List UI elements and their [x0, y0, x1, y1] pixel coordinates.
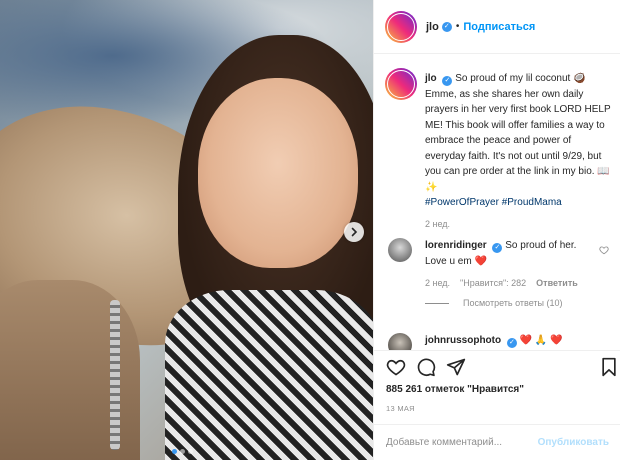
caption-author-avatar[interactable] — [385, 68, 417, 100]
action-bar — [374, 350, 620, 380]
publish-button[interactable]: Опубликовать — [538, 437, 609, 448]
carousel-next-button[interactable] — [344, 222, 364, 242]
heart-icon[interactable] — [599, 245, 609, 255]
commenter-username[interactable]: lorenridinger — [425, 240, 487, 251]
view-replies-button[interactable]: Посмотреть ответы (10) — [425, 298, 613, 308]
follow-button[interactable]: Подписаться — [463, 21, 535, 33]
commenter-username[interactable]: johnrussophoto — [425, 335, 501, 346]
photo-chain — [110, 300, 120, 450]
comment-body: lorenridinger ✓ So proud of her. Love u … — [425, 238, 595, 269]
reply-button[interactable]: Ответить — [536, 278, 578, 288]
comments-list[interactable]: jlo ✓ So proud of my lil coconut 🥥 Emme,… — [374, 55, 620, 350]
caption-timestamp[interactable]: 2 нед. — [425, 219, 613, 229]
verified-badge-icon: ✓ — [492, 243, 503, 253]
verified-badge-icon: ✓ — [442, 76, 453, 86]
carousel-indicator — [172, 449, 193, 454]
verified-badge-icon: ✓ — [506, 338, 517, 348]
verified-badge-icon: ✓ — [441, 21, 452, 32]
comment-item: johnrussophoto ✓ ❤️ 🙏 ❤️ — [388, 333, 613, 350]
carousel-dot — [172, 449, 177, 454]
comment-meta: 2 нед. "Нравится": 282 Ответить — [425, 278, 613, 288]
separator-dot: • — [455, 21, 460, 32]
replies-divider — [425, 302, 449, 304]
post-header: jlo ✓ • Подписаться — [374, 0, 620, 54]
likes-count[interactable]: 885 261 отметок "Нравится" — [386, 384, 524, 395]
comment-timestamp[interactable]: 2 нед. — [425, 278, 450, 288]
comment-input[interactable] — [386, 437, 536, 448]
chevron-right-icon — [351, 227, 358, 237]
post-caption: jlo ✓ So proud of my lil coconut 🥥 Emme,… — [385, 68, 613, 229]
comment-item: lorenridinger ✓ So proud of her. Love u … — [388, 238, 613, 308]
carousel-dot — [180, 449, 185, 454]
carousel-dot — [188, 449, 193, 454]
view-replies-label: Посмотреть ответы (10) — [463, 298, 563, 308]
comment-text: ❤️ 🙏 ❤️ — [519, 335, 563, 346]
commenter-avatar[interactable] — [388, 333, 412, 350]
paper-plane-icon[interactable] — [446, 357, 466, 377]
photo-girl-face — [198, 78, 358, 268]
author-avatar[interactable] — [385, 10, 417, 43]
heart-icon[interactable] — [386, 357, 406, 377]
caption-username[interactable]: jlo — [425, 73, 437, 84]
hashtag-link[interactable]: #ProudMama — [502, 197, 562, 208]
commenter-avatar[interactable] — [388, 238, 412, 262]
caption-text: So proud of my lil coconut — [455, 73, 571, 84]
add-comment-bar: Опубликовать — [374, 424, 620, 460]
post-photo[interactable] — [0, 0, 373, 460]
comment-body: johnrussophoto ✓ ❤️ 🙏 ❤️ — [425, 333, 613, 349]
post-side-panel: jlo ✓ • Подписаться jlo ✓ So proud of my… — [373, 0, 620, 460]
heart-emoji: ❤️ — [474, 255, 487, 267]
comment-icon[interactable] — [416, 357, 436, 377]
comment-like-count[interactable]: "Нравится": 282 — [460, 278, 526, 288]
author-username[interactable]: jlo — [426, 21, 439, 33]
caption-text-continued: Emme, as she shares her own daily prayer… — [425, 88, 611, 178]
coconut-emoji: 🥥 — [573, 73, 586, 84]
post-date[interactable]: 13 МАЯ — [386, 404, 415, 413]
caption-body: jlo ✓ So proud of my lil coconut 🥥 Emme,… — [425, 71, 613, 211]
bookmark-icon[interactable] — [600, 357, 618, 377]
photo-girl-dress — [165, 290, 373, 460]
hashtag-link[interactable]: #PowerOfPrayer — [425, 197, 499, 208]
